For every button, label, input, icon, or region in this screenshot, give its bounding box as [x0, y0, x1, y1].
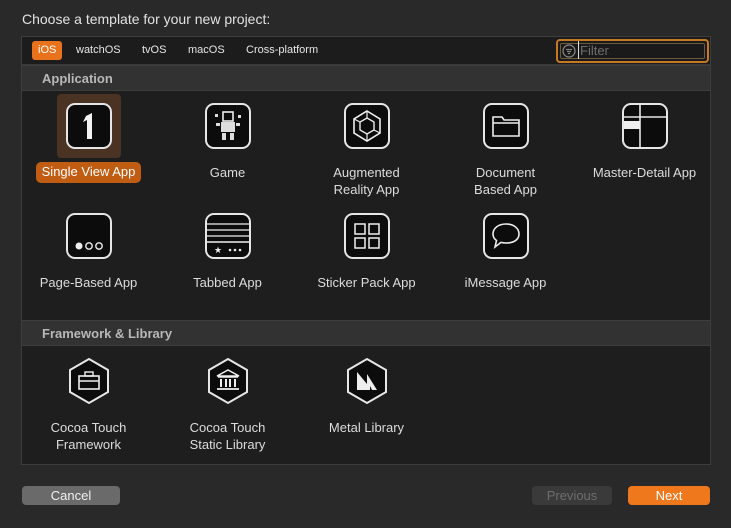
section-header-framework-library: Framework & Library: [22, 320, 710, 346]
template-icon-frame: [474, 204, 538, 268]
template-icon-frame: [196, 94, 260, 158]
tab-macos[interactable]: macOS: [182, 41, 231, 60]
message-bubble-icon: [482, 213, 529, 259]
previous-button[interactable]: Previous: [532, 486, 612, 505]
filter-input[interactable]: [578, 41, 698, 59]
template-icon-frame: [474, 94, 538, 158]
next-button[interactable]: Next: [628, 486, 710, 505]
dialog-prompt: Choose a template for your new project:: [22, 11, 271, 27]
toolbox-icon: [68, 357, 109, 405]
template-single-view-app[interactable]: Single View App: [19, 94, 158, 183]
template-label: Document Based App: [474, 165, 537, 197]
template-master-detail-app[interactable]: Master-Detail App: [575, 94, 714, 181]
platform-tab-bar: iOS watchOS tvOS macOS Cross-platform: [22, 37, 710, 65]
document-folder-icon: [482, 103, 529, 149]
template-icon-frame: ★: [196, 204, 260, 268]
template-document-based-app[interactable]: Document Based App: [436, 94, 575, 198]
template-icon-frame: [57, 204, 121, 268]
template-label: Sticker Pack App: [317, 275, 416, 290]
page-dots-icon: [65, 213, 112, 259]
new-project-dialog: Choose a template for your new project: …: [0, 0, 731, 528]
tab-ios[interactable]: iOS: [32, 41, 63, 60]
metal-logo-icon: [346, 357, 387, 405]
template-cocoa-touch-framework[interactable]: Cocoa Touch Framework: [19, 349, 158, 453]
template-sticker-pack-app[interactable]: Sticker Pack App: [297, 204, 436, 291]
template-icon-frame: [335, 349, 399, 413]
template-icon-frame: [335, 94, 399, 158]
template-label: Game: [209, 165, 246, 180]
template-label: Page-Based App: [39, 275, 138, 290]
template-tabbed-app[interactable]: ★ Tabbed App: [158, 204, 297, 291]
template-imessage-app[interactable]: iMessage App: [436, 204, 575, 291]
template-icon-frame: [56, 94, 121, 158]
template-icon-frame: [57, 349, 121, 413]
template-label: Metal Library: [328, 420, 405, 435]
template-icon-frame: [196, 349, 260, 413]
section-title: Application: [42, 71, 113, 86]
game-icon: [204, 103, 251, 149]
filter-field[interactable]: [556, 39, 709, 63]
single-view-app-icon: [65, 103, 112, 149]
template-label: Master-Detail App: [592, 165, 697, 180]
template-label: Tabbed App: [193, 275, 262, 290]
template-metal-library[interactable]: Metal Library: [297, 349, 436, 436]
template-chooser-panel: iOS watchOS tvOS macOS Cross-platform Ap…: [21, 36, 711, 465]
template-icon-frame: [613, 94, 677, 158]
section-header-application: Application: [22, 65, 710, 91]
augmented-reality-icon: [343, 103, 390, 149]
filter-icon: [562, 44, 576, 58]
tab-cross-platform[interactable]: Cross-platform: [240, 41, 324, 60]
svg-text:★: ★: [214, 246, 222, 256]
template-cocoa-touch-static-library[interactable]: Cocoa Touch Static Library: [158, 349, 297, 453]
template-label: Cocoa Touch Framework: [50, 420, 127, 452]
template-label: Single View App: [35, 162, 142, 183]
template-page-based-app[interactable]: Page-Based App: [19, 204, 158, 291]
section-title: Framework & Library: [42, 326, 173, 341]
template-label: iMessage App: [464, 275, 547, 290]
template-augmented-reality-app[interactable]: Augmented Reality App: [297, 94, 436, 198]
tab-tvos[interactable]: tvOS: [136, 41, 172, 60]
template-game[interactable]: Game: [158, 94, 297, 181]
template-label: Augmented Reality App: [333, 165, 400, 197]
template-label: Cocoa Touch Static Library: [189, 420, 266, 452]
tab-watchos[interactable]: watchOS: [70, 41, 127, 60]
tabbed-app-icon: ★: [204, 213, 251, 259]
library-building-icon: [207, 357, 248, 405]
cancel-button[interactable]: Cancel: [22, 486, 120, 505]
template-icon-frame: [335, 204, 399, 268]
sticker-grid-icon: [343, 213, 390, 259]
master-detail-icon: [621, 103, 668, 149]
